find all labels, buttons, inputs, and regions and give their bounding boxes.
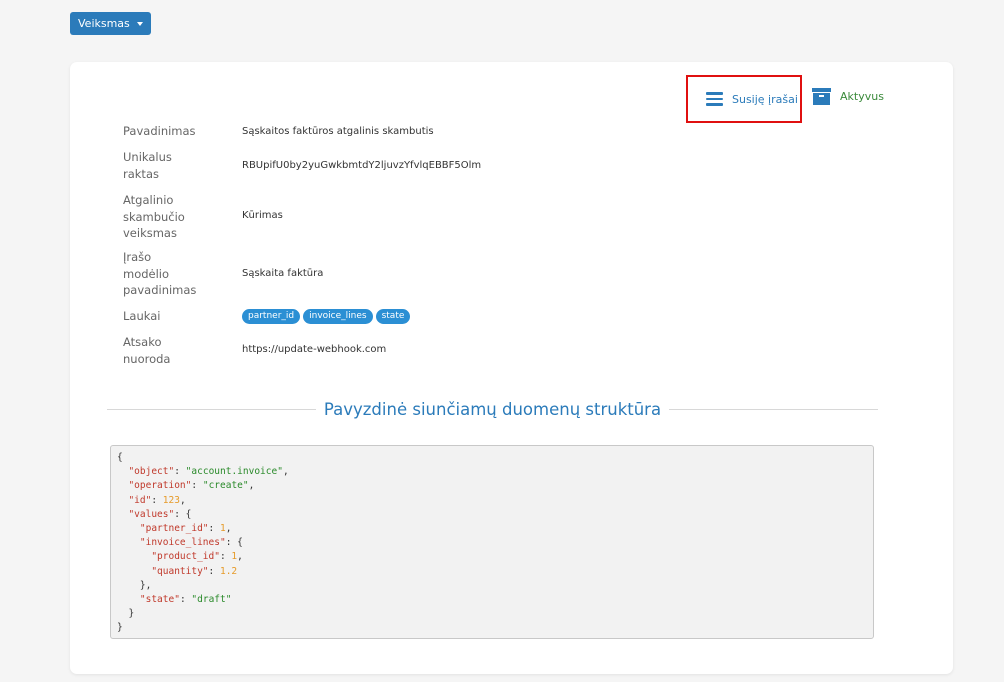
payload-code-block: { "object": "account.invoice", "operatio… [110,445,874,639]
tag-invoice-lines: invoice_lines [303,309,373,324]
related-records-button[interactable]: Susiję įrašai [686,75,802,123]
action-label: Veiksmas [78,17,130,30]
action-dropdown-button[interactable]: Veiksmas [70,12,151,35]
active-toggle-button[interactable]: Aktyvus [812,88,884,105]
field-label-name: Pavadinimas [123,124,196,138]
section-title-text: Pavyzdinė siunčiamų duomenų struktūra [323,400,662,419]
section-title: Pavyzdinė siunčiamų duomenų struktūra [107,400,878,419]
field-value-unique-key: RBUpifU0by2yuGwkbmtdY2ljuvzYfvlqEBBF5Olm [242,160,482,171]
field-value-response-url: https://update-webhook.com [242,344,387,355]
divider [107,409,316,410]
tag-state: state [375,309,411,324]
field-value-name: Sąskaitos faktūros atgalinis skambutis [242,126,434,137]
record-form-card: Susiję įrašai Aktyvus Pavadinimas Sąskai… [70,62,953,674]
divider [669,409,878,410]
field-value-callback-action: Kūrimas [242,210,283,221]
field-value-model-name: Sąskaita faktūra [242,268,324,279]
field-label-model-name: Įrašo modėlio pavadinimas [123,250,197,297]
field-label-response-url: Atsako nuoroda [123,335,171,366]
field-label-fields: Laukai [123,309,161,323]
active-label: Aktyvus [840,90,884,103]
archive-icon [812,88,831,105]
field-label-unique-key: Unikalus raktas [123,150,172,181]
tag-partner-id: partner_id [242,309,301,324]
field-label-callback-action: Atgalinio skambučio veiksmas [123,193,185,240]
list-icon [706,92,723,106]
caret-down-icon [136,21,143,26]
related-records-label: Susiję įrašai [732,92,798,106]
field-tags: partner_id invoice_lines state [242,309,411,324]
